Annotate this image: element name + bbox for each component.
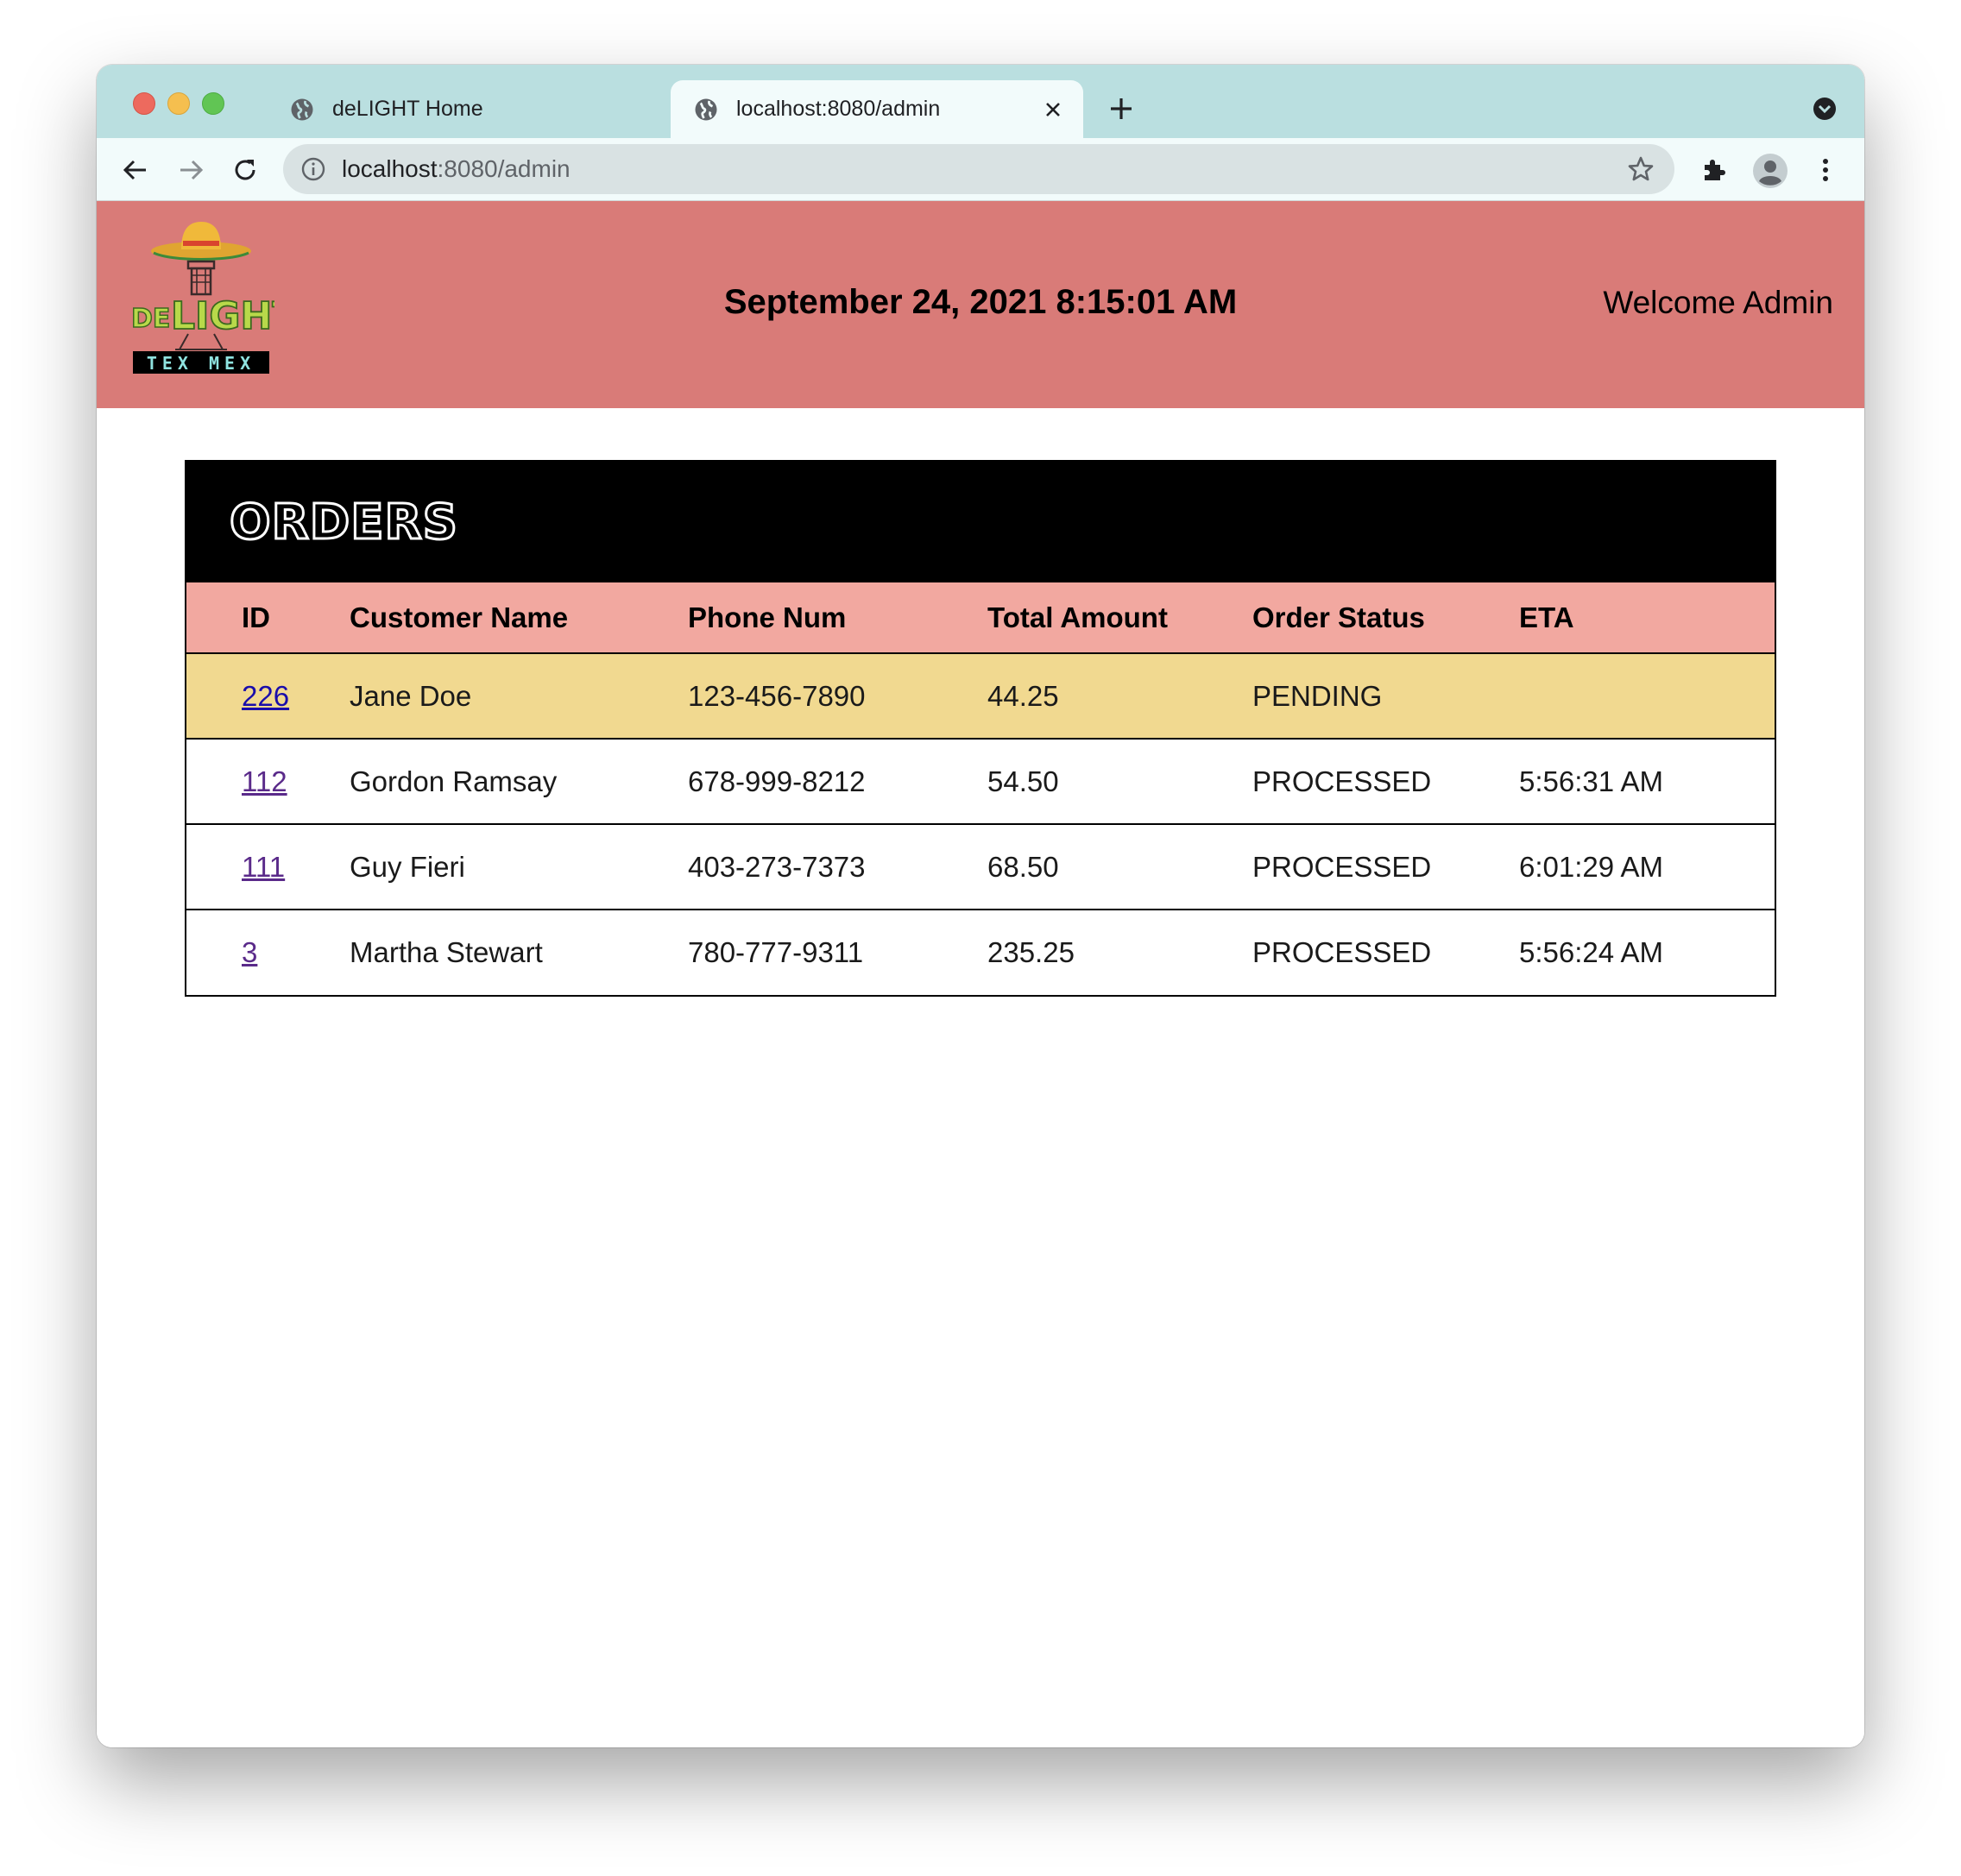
info-icon[interactable] bbox=[300, 156, 326, 182]
tab-strip: deLIGHT Home localhost:8080/admin bbox=[97, 65, 1864, 138]
order-id-link[interactable]: 111 bbox=[242, 851, 285, 883]
site-header: DE LIGHT TEX MEX September 24, 2021 8:15… bbox=[97, 201, 1864, 408]
close-window-button[interactable] bbox=[133, 92, 155, 115]
new-tab-icon[interactable] bbox=[1107, 94, 1136, 123]
table-row[interactable]: 112 Gordon Ramsay 678-999-8212 54.50 PRO… bbox=[186, 738, 1775, 824]
page-content: DE LIGHT TEX MEX September 24, 2021 8:15… bbox=[97, 201, 1864, 1747]
browser-window: deLIGHT Home localhost:8080/admin localh… bbox=[97, 65, 1864, 1747]
address-bar[interactable]: localhost:8080/admin bbox=[283, 144, 1674, 194]
orders-table-header-row: ID Customer Name Phone Num Total Amount … bbox=[186, 582, 1775, 654]
order-id-cell: 112 bbox=[186, 738, 350, 824]
extensions-icon[interactable] bbox=[1699, 155, 1728, 185]
customer-name-cell: Jane Doe bbox=[350, 679, 472, 712]
bookmark-star-icon[interactable] bbox=[1626, 154, 1655, 184]
column-header-id[interactable]: ID bbox=[186, 582, 350, 654]
table-row[interactable]: 3 Martha Stewart 780-777-9311 235.25 PRO… bbox=[186, 909, 1775, 995]
total-amount-cell: 68.50 bbox=[987, 823, 1252, 910]
order-status-cell: PROCESSED bbox=[1252, 909, 1519, 995]
close-icon[interactable] bbox=[1040, 97, 1066, 123]
order-id-link[interactable]: 226 bbox=[242, 680, 289, 712]
total-amount-cell: 235.25 bbox=[987, 909, 1252, 995]
total-amount-cell: 44.25 bbox=[987, 679, 1059, 712]
browser-toolbar: localhost:8080/admin bbox=[97, 138, 1864, 201]
orders-panel: ORDERS ID Customer Name Phone Num Total … bbox=[185, 460, 1776, 997]
eta-cell: 5:56:31 AM bbox=[1519, 738, 1775, 824]
customer-name-cell: Gordon Ramsay bbox=[350, 738, 688, 824]
forward-arrow-icon[interactable] bbox=[176, 155, 205, 185]
table-row[interactable]: 111 Guy Fieri 403-273-7373 68.50 PROCESS… bbox=[186, 823, 1775, 910]
globe-icon bbox=[695, 98, 717, 120]
tab-search-icon[interactable] bbox=[1813, 97, 1837, 121]
reload-icon[interactable] bbox=[230, 155, 260, 185]
total-amount-cell: 54.50 bbox=[987, 738, 1252, 824]
tab-title: localhost:8080/admin bbox=[736, 97, 941, 121]
phone-cell: 678-999-8212 bbox=[688, 738, 987, 824]
current-datetime: September 24, 2021 8:15:01 AM bbox=[723, 283, 1238, 321]
order-status-cell: PROCESSED bbox=[1252, 738, 1519, 824]
back-arrow-icon[interactable] bbox=[121, 155, 150, 185]
column-header-total-amount[interactable]: Total Amount bbox=[987, 582, 1252, 654]
order-id-cell: 226 bbox=[186, 653, 350, 739]
eta-cell: 5:56:24 AM bbox=[1519, 909, 1775, 995]
eta-cell: 6:01:29 AM bbox=[1519, 823, 1775, 910]
welcome-message: Welcome Admin bbox=[1603, 285, 1833, 320]
orders-panel-header: ORDERS bbox=[186, 462, 1775, 582]
order-id-link[interactable]: 3 bbox=[242, 936, 257, 968]
order-id-cell: 3 bbox=[186, 909, 350, 995]
column-header-phone-num[interactable]: Phone Num bbox=[688, 582, 987, 654]
column-header-customer-name[interactable]: Customer Name bbox=[350, 582, 688, 654]
order-id-cell: 111 bbox=[186, 823, 350, 910]
order-id-link[interactable]: 112 bbox=[242, 765, 287, 797]
url-path: :8080/admin bbox=[437, 155, 571, 182]
phone-cell: 403-273-7373 bbox=[688, 823, 987, 910]
order-status-cell: PENDING bbox=[1252, 679, 1383, 712]
column-header-order-status[interactable]: Order Status bbox=[1252, 582, 1519, 654]
orders-title: ORDERS bbox=[229, 493, 459, 551]
globe-icon bbox=[291, 98, 313, 120]
customer-name-cell: Guy Fieri bbox=[350, 823, 688, 910]
column-header-eta[interactable]: ETA bbox=[1519, 582, 1775, 654]
svg-text:TEX MEX: TEX MEX bbox=[147, 353, 255, 374]
table-row[interactable]: 226 Jane Doe 123-456-7890 44.25 PENDING bbox=[186, 653, 1775, 739]
tab-admin[interactable]: localhost:8080/admin bbox=[671, 80, 1083, 138]
url-text[interactable]: localhost:8080/admin bbox=[342, 155, 1626, 183]
minimize-window-button[interactable] bbox=[167, 92, 190, 115]
url-host: localhost bbox=[342, 155, 438, 182]
order-status-cell: PROCESSED bbox=[1252, 823, 1519, 910]
maximize-window-button[interactable] bbox=[202, 92, 224, 115]
phone-cell: 780-777-9311 bbox=[688, 909, 987, 995]
more-menu-icon[interactable] bbox=[1811, 155, 1840, 185]
tab-title: deLIGHT Home bbox=[332, 97, 483, 121]
eta-cell bbox=[1519, 653, 1775, 739]
customer-name-cell: Martha Stewart bbox=[350, 909, 688, 995]
phone-cell: 123-456-7890 bbox=[688, 679, 866, 712]
orders-table: ID Customer Name Phone Num Total Amount … bbox=[186, 582, 1775, 995]
profile-avatar-icon[interactable] bbox=[1752, 153, 1788, 189]
